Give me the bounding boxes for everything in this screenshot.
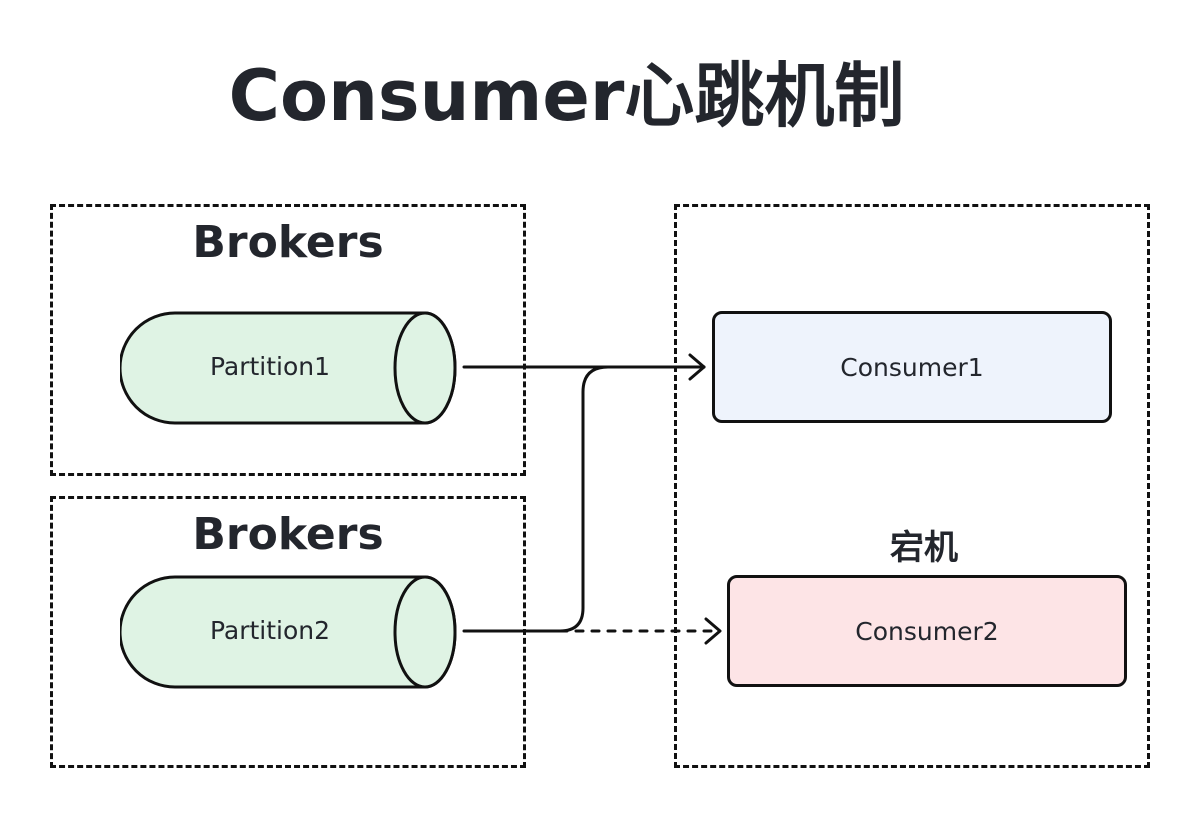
partition2-to-consumer1-arrow [462, 365, 706, 633]
connector-layer [462, 353, 722, 645]
